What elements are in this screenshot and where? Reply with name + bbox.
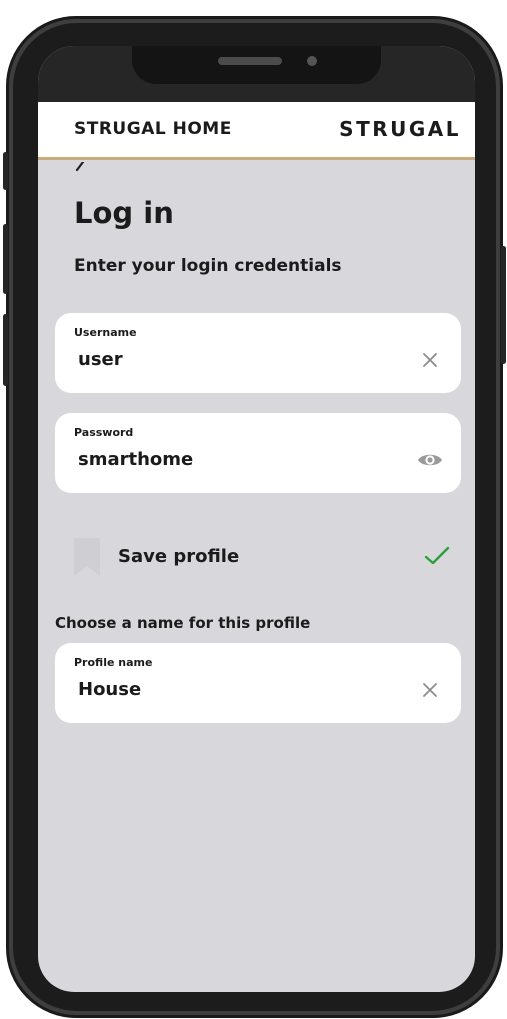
app-header: STRUGAL HOME STRUGAL — [38, 102, 475, 160]
username-input[interactable]: user — [78, 349, 123, 370]
notch — [132, 46, 381, 84]
username-label: Username — [74, 326, 137, 339]
chevron-left-icon[interactable] — [74, 158, 86, 176]
profile-name-input[interactable]: House — [78, 679, 141, 700]
eye-icon[interactable] — [417, 451, 443, 469]
status-bar — [38, 46, 475, 102]
brand-logo: STRUGAL — [339, 117, 461, 141]
page-subtitle: Enter your login credentials — [74, 256, 342, 276]
speaker-grille — [218, 57, 282, 65]
username-field[interactable]: Username user — [55, 313, 461, 393]
front-camera — [307, 56, 317, 66]
app-screen: STRUGAL HOME STRUGAL Log in Enter your l… — [38, 46, 475, 992]
password-input[interactable]: smarthome — [78, 449, 193, 470]
clear-icon[interactable] — [421, 681, 439, 699]
password-field[interactable]: Password smarthome — [55, 413, 461, 493]
bookmark-icon — [74, 538, 100, 576]
password-label: Password — [74, 426, 134, 439]
volume-down-button — [3, 314, 8, 386]
profile-name-label: Profile name — [74, 656, 153, 669]
page-title: Log in — [74, 196, 174, 230]
profile-name-field[interactable]: Profile name House — [55, 643, 461, 723]
volume-up-button — [3, 224, 8, 294]
save-profile-label: Save profile — [118, 546, 240, 567]
silent-switch — [3, 152, 8, 190]
header-title: STRUGAL HOME — [74, 119, 232, 139]
save-profile-row[interactable]: Save profile — [74, 536, 450, 576]
power-button — [501, 246, 506, 364]
clear-icon[interactable] — [421, 351, 439, 369]
profile-section-label: Choose a name for this profile — [55, 614, 311, 632]
check-icon[interactable] — [424, 546, 450, 566]
